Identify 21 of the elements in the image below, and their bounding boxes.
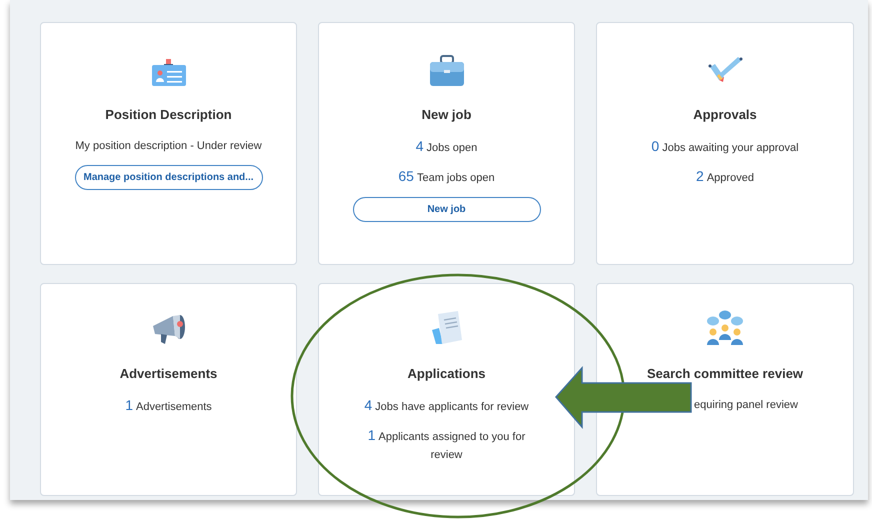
- stat-line: 0 Jobs awaiting your approval: [651, 136, 799, 156]
- stat-line: equiring panel review: [693, 398, 798, 412]
- stat-line: My position description - Under review: [75, 138, 262, 154]
- card-title: Search committee review: [646, 365, 804, 383]
- id-card-icon: [150, 59, 186, 87]
- action-button[interactable]: New job: [352, 196, 540, 222]
- card-title: Applications: [407, 365, 486, 383]
- stat-line: 2 Approved: [696, 166, 754, 186]
- document-icon: [430, 310, 462, 346]
- card-title: Approvals: [693, 106, 757, 124]
- card-title: New job: [422, 106, 472, 124]
- action-button[interactable]: Manage position descriptions and...: [74, 164, 262, 190]
- stat-line: 4 Jobs have applicants for review: [364, 396, 529, 414]
- card-title: Advertisements: [120, 365, 218, 383]
- stat-line: 1 Advertisements: [125, 396, 212, 414]
- briefcase-icon: [428, 55, 464, 87]
- team-chat-icon: [706, 310, 744, 346]
- stat-line: 1 Applicants assigned to you for review: [366, 426, 526, 462]
- stat-line: 4 Jobs open: [416, 136, 478, 156]
- stat-line: 65 Team jobs open: [398, 166, 495, 186]
- card-title: Position Description: [105, 106, 232, 124]
